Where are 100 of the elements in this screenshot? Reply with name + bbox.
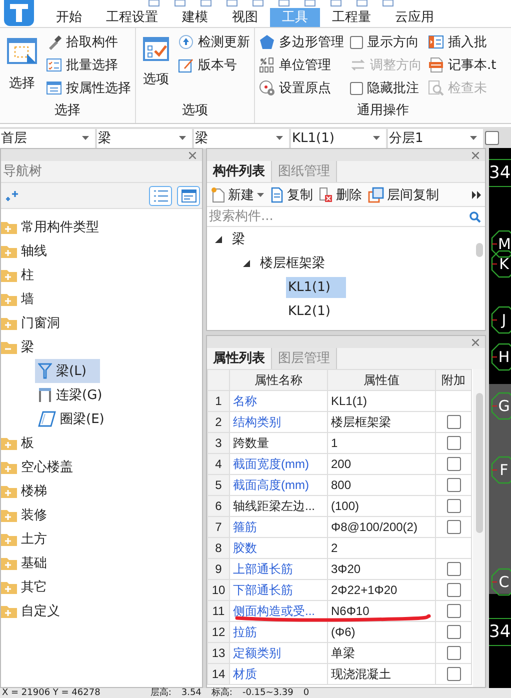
ribbon-button[interactable]: 拾取构件 xyxy=(46,32,131,52)
tree-item[interactable]: KL1(1) xyxy=(286,276,346,298)
toolbar-button[interactable]: 复制 xyxy=(270,186,313,204)
tree-item[interactable]: 连梁(G) xyxy=(35,383,116,407)
axis-marker xyxy=(491,230,511,258)
checkbox[interactable] xyxy=(446,457,460,472)
toolbar-button[interactable]: 层间复制 xyxy=(368,186,439,204)
tree-item[interactable]: 梁 xyxy=(1,335,38,359)
tree-item[interactable]: 自定义 xyxy=(1,599,64,623)
ribbon-button[interactable]: 记事本.t xyxy=(428,55,496,75)
decimal-units-icon xyxy=(259,57,275,73)
caret-icon xyxy=(470,136,477,140)
ribbon-checkbox[interactable]: 显示方向 xyxy=(350,32,422,52)
axis-label: H xyxy=(498,348,510,366)
group-label: 选择 xyxy=(54,102,82,120)
list-view-button[interactable] xyxy=(149,186,172,206)
target-gear-icon xyxy=(259,80,275,96)
checkbox[interactable] xyxy=(446,436,460,450)
tree-item[interactable]: 梁(L) xyxy=(35,359,100,383)
property-value: 楼层框架梁 xyxy=(328,412,436,432)
tree-item[interactable]: 空心楼盖 xyxy=(1,455,77,479)
ribbon-button[interactable]: 版本号 xyxy=(178,55,250,75)
ribbon-checkbox[interactable]: 隐藏批注 xyxy=(350,78,422,98)
ribbon-tab[interactable]: 开始 xyxy=(44,8,94,27)
ribbon-tab[interactable]: 工程设置 xyxy=(94,8,170,27)
property-name: 截面高度(mm) xyxy=(230,474,328,496)
property-name: 结构类别 xyxy=(230,412,328,432)
ribbon-tab[interactable]: 云应用 xyxy=(383,8,446,27)
tree-item[interactable]: 梁 xyxy=(230,227,261,251)
tree-item[interactable]: 轴线 xyxy=(1,239,51,263)
tree-item[interactable]: 装修 xyxy=(1,503,51,527)
tree-item[interactable]: 板 xyxy=(1,431,38,455)
dropdown-field[interactable]: 分层1 xyxy=(388,128,483,148)
tree-item[interactable]: 其它 xyxy=(1,575,51,599)
tree-item[interactable]: 圈梁(E) xyxy=(35,407,118,431)
expand-triangle-icon[interactable] xyxy=(215,236,222,242)
checkbox[interactable] xyxy=(446,415,460,430)
tree-item[interactable]: 常用构件类型 xyxy=(1,215,103,239)
dropdown-field[interactable]: KL1(1) xyxy=(291,128,386,148)
row-number: 11 xyxy=(208,600,230,622)
tree-item[interactable]: 基础 xyxy=(1,551,51,575)
stacked-squares-icon xyxy=(368,186,384,202)
tree-item[interactable]: 墙 xyxy=(1,287,38,311)
tree-item[interactable]: 楼层框架梁 xyxy=(258,251,341,275)
tree-item[interactable]: 楼梯 xyxy=(1,479,51,503)
checkbox[interactable] xyxy=(446,562,460,576)
checkbox[interactable] xyxy=(485,131,499,145)
checkbox[interactable] xyxy=(446,583,460,598)
checkbox[interactable] xyxy=(446,667,460,682)
checkbox[interactable] xyxy=(446,520,460,534)
search-icon xyxy=(469,210,481,222)
ribbon-tab[interactable]: 视图 xyxy=(220,8,270,27)
dropdown-field[interactable]: 梁 xyxy=(194,128,289,148)
checkbox[interactable] xyxy=(446,499,460,514)
dimension-label: 34 xyxy=(489,163,511,183)
ribbon-button[interactable]: 插入批 xyxy=(428,32,496,52)
checkbox[interactable] xyxy=(446,478,460,492)
dropdown-field[interactable]: 首层 xyxy=(0,128,95,148)
property-value: 1 xyxy=(328,432,436,454)
property-value: 2Φ22+1Φ20 xyxy=(328,580,436,600)
toolbar-button[interactable]: 新建 xyxy=(211,186,264,204)
ribbon-large-button[interactable]: 选择 xyxy=(4,32,40,101)
tree-item[interactable]: 门窗洞 xyxy=(1,311,64,335)
ribbon-button[interactable]: 多边形管理 xyxy=(259,32,344,52)
ribbon-button[interactable]: 设置原点 xyxy=(259,78,344,98)
tree-item[interactable]: KL2(1) xyxy=(286,300,346,322)
search-field[interactable]: 搜索构件... xyxy=(207,209,469,224)
property-name: 截面宽度(mm) xyxy=(230,454,328,474)
lintel-icon xyxy=(38,387,52,403)
property-value: 800 xyxy=(328,474,436,496)
expand-triangle-icon[interactable] xyxy=(243,260,250,266)
ribbon-button[interactable]: 批量选择 xyxy=(46,55,131,75)
dropdown-field[interactable]: 梁 xyxy=(97,128,192,148)
tree-item[interactable]: 柱 xyxy=(1,263,38,287)
ribbon-button[interactable]: 按属性选择 xyxy=(46,78,131,98)
ribbon-large-button[interactable]: 选项 xyxy=(140,32,172,101)
more-icon xyxy=(472,190,481,198)
property-value: 现浇混凝土 xyxy=(328,664,436,684)
ring-beam-icon xyxy=(38,411,56,427)
status-value: 3.54 xyxy=(181,688,202,698)
ribbon-button[interactable]: 检测更新 xyxy=(178,32,250,52)
ribbon-tab[interactable]: 建模 xyxy=(170,8,220,27)
checkbox[interactable] xyxy=(446,604,460,618)
axis-marker xyxy=(491,456,511,484)
row-number: 5 xyxy=(208,474,230,496)
tree-item[interactable]: 土方 xyxy=(1,527,51,551)
property-value: 单梁 xyxy=(328,642,436,664)
ribbon-button[interactable]: 单位管理 xyxy=(259,55,344,75)
checkbox[interactable] xyxy=(446,625,460,640)
row-number: 7 xyxy=(208,516,230,538)
form-view-button[interactable] xyxy=(177,186,200,206)
group-label: 选项 xyxy=(181,102,209,120)
checkbox[interactable] xyxy=(446,646,460,660)
ribbon-tab[interactable]: 工程量 xyxy=(320,8,383,27)
toolbar-button[interactable]: 删除 xyxy=(319,186,362,204)
scrollbar-thumb[interactable] xyxy=(476,243,483,257)
scrollbar-thumb[interactable] xyxy=(476,393,483,533)
property-name: 上部通长筋 xyxy=(230,558,328,580)
property-value: 200 xyxy=(328,454,436,474)
dimension-label: 34 xyxy=(489,622,511,642)
